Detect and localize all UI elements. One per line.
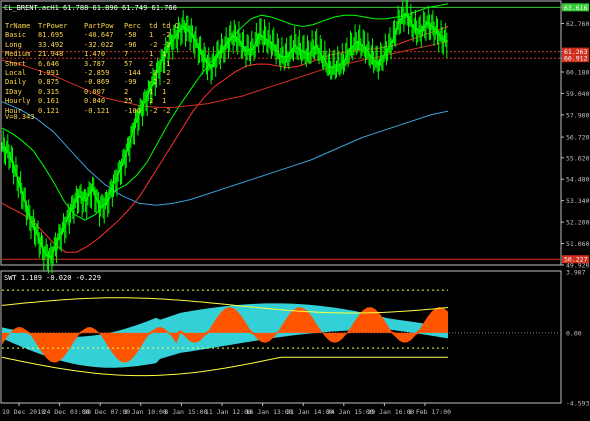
table-row: Basic 81.695 -40.647 -50 1 -2 <box>5 31 176 40</box>
table-header-cell: TrPower <box>38 22 68 30</box>
y-tick-label: 54.480 <box>566 176 590 184</box>
sub-series-layer <box>1 289 560 377</box>
table-row-cell: -1 <box>162 59 171 68</box>
table-row-cell: -2 <box>149 78 158 87</box>
table-row-cell: -2 <box>162 106 171 115</box>
table-row-cell: -2 <box>149 40 158 49</box>
table-row-cell: 0.121 <box>38 106 60 115</box>
table-row: Daily 0.875 -0.869 -99 -2 -2 <box>5 78 176 87</box>
table-row-cell: 57 <box>124 59 133 68</box>
table-row-cell: -2 <box>162 69 171 78</box>
table-row-cell: 1.470 <box>84 50 106 59</box>
table-row-cell: 25 <box>124 97 133 106</box>
table-row-cell: 0.040 <box>84 97 106 106</box>
y-tick-label: 60.180 <box>566 68 590 76</box>
price-label: 60.912 <box>564 55 588 63</box>
table-row: Short 6.646 3.787 57 2 -1 <box>5 60 176 69</box>
y-tick-label: 56.720 <box>566 134 590 142</box>
trend-info-table: TrName TrPower PartPow Perc td td_O Basic 81.69… <box>5 22 179 116</box>
y-tick-label: 52.200 <box>566 219 590 227</box>
table-row: Local 1.991 -2.859 -144 -2 -2 <box>5 69 176 78</box>
table-header-cell: td <box>149 22 158 30</box>
table-row-cell: -96 <box>124 40 137 49</box>
y-axis-sub: 3.987 0.00 -4.593 <box>566 269 590 408</box>
table-row-cell: IDay <box>5 87 22 96</box>
table-row-cell: 6.646 <box>38 59 60 68</box>
x-tick-label: 1 Feb 17:00 <box>408 408 451 416</box>
table-row: IDay 0.315 0.007 2 1 1 <box>5 88 176 97</box>
table-row-cell: -2 <box>149 69 158 78</box>
table-row-cell: 0.315 <box>38 87 60 96</box>
price-label: 63.616 <box>564 4 588 12</box>
table-row-cell: -99 <box>124 78 137 87</box>
sub-y-tick-label: -4.593 <box>566 400 590 408</box>
table-row-cell: 3.787 <box>84 59 106 68</box>
table-row-cell: 1 <box>149 31 154 40</box>
table-row-cell: -2 <box>162 40 171 49</box>
y-tick-label: 53.340 <box>566 197 590 205</box>
table-row-cell: 21.948 <box>38 50 64 59</box>
subwindow-title: SWT 1.189 -0.020 -0.229 <box>4 274 101 282</box>
table-row: Long 33.492 -32.022 -96 -2 -2 <box>5 41 176 50</box>
table-row-cell: -40.647 <box>84 31 114 40</box>
table-header-cell: TrName <box>5 22 31 30</box>
table-row-cell: Local <box>5 69 27 78</box>
table-row-cell: 1 <box>149 50 154 59</box>
table-row-cell: 0.161 <box>38 97 60 106</box>
y-axis-main: 63.61662.76061.26360.91260.18059.04057.9… <box>561 3 590 270</box>
table-header-cell: PartPow <box>84 22 114 30</box>
table-row-cell: 1 <box>162 97 167 106</box>
table-row-cell: 2 <box>124 87 129 96</box>
v-value: V=0.343 <box>5 113 35 121</box>
table-row-cell: -2 <box>149 106 158 115</box>
table-row-cell: Medium <box>5 50 31 59</box>
y-tick-label: 59.040 <box>566 90 590 98</box>
table-row-cell: -32.022 <box>84 40 114 49</box>
table-row-cell: 1.991 <box>38 69 60 78</box>
table-row-cell: -2 <box>162 78 171 87</box>
table-row: Hourly 0.161 0.040 25 2 1 <box>5 97 176 106</box>
table-row-cell: 0.875 <box>38 78 60 87</box>
table-row-cell: -2.859 <box>84 69 110 78</box>
y-tick-label: 62.760 <box>566 20 590 28</box>
x-tick-label: 3 Jan 10:00 <box>124 408 167 416</box>
x-tick-label: 8 Jan 15:00 <box>164 408 207 416</box>
x-tick-label: 19 Dec 2018 <box>2 408 45 416</box>
table-row-cell: -0.869 <box>84 78 110 87</box>
table-row-cell: -0.121 <box>84 106 110 115</box>
table-row-cell: Long <box>5 40 22 49</box>
table-row-cell: -144 <box>124 69 141 78</box>
table-row-cell: Daily <box>5 78 27 87</box>
table-row-cell: 1 <box>149 87 154 96</box>
table-row-cell: -50 <box>124 31 137 40</box>
y-tick-label: 51.060 <box>566 240 590 248</box>
table-row-cell: Short <box>5 59 27 68</box>
price-label: 50.227 <box>564 256 588 264</box>
table-row-cell: 1 <box>162 50 167 59</box>
table-row-cell: -100 <box>124 106 141 115</box>
table-row-cell: 7 <box>124 50 129 59</box>
table-header-cell: Perc <box>124 22 141 30</box>
chart-title: CL_BRENT.acH1 61.788 61.890 61.749 61.76… <box>4 4 177 12</box>
table-header: TrName TrPower PartPow Perc td td_O <box>5 22 179 31</box>
slow-ma-line <box>1 101 449 206</box>
table-row-cell: -2 <box>162 31 171 40</box>
table-row-cell: 33.492 <box>38 40 64 49</box>
table-row-cell: 81.695 <box>38 31 64 40</box>
sub-y-tick-label: 3.987 <box>566 269 586 277</box>
table-row: Medium 21.948 1.470 7 1 1 <box>5 50 176 59</box>
y-tick-label: 55.620 <box>566 154 590 162</box>
table-row-cell: 1 <box>162 87 167 96</box>
table-row-cell: 0.007 <box>84 87 106 96</box>
table-header-cell: td_O <box>162 22 179 30</box>
table-row-cell: Basic <box>5 31 27 40</box>
table-row-cell: Hourly <box>5 97 31 106</box>
sub-y-tick-label: 0.00 <box>566 329 582 337</box>
table-row-cell: 2 <box>149 97 154 106</box>
table-row-cell: 2 <box>149 59 154 68</box>
y-tick-label: 57.900 <box>566 111 590 119</box>
x-axis: 19 Dec 201824 Dec 03:0028 Dec 07:003 Jan… <box>2 403 451 416</box>
